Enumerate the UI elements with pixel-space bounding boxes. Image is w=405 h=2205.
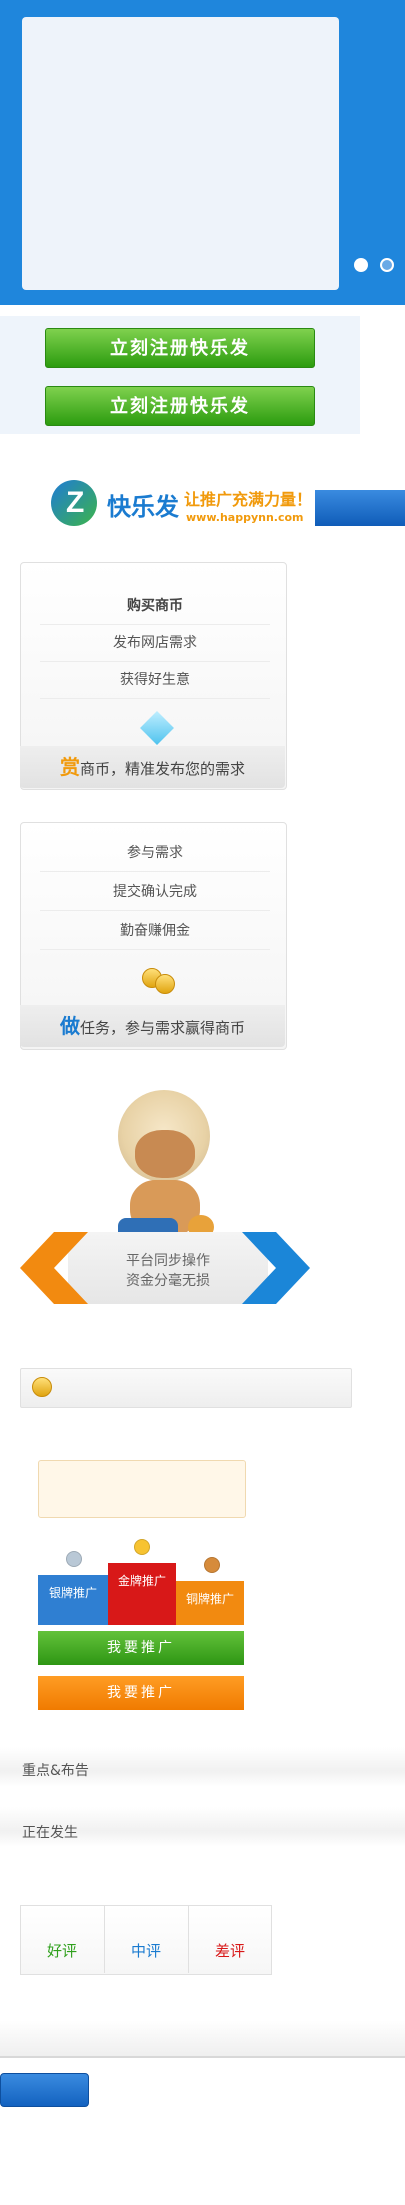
mascot-face	[135, 1130, 195, 1178]
logo-url: www.happynn.com	[186, 511, 304, 524]
coin-stack-icon	[32, 1377, 52, 1397]
coin-bar	[20, 1368, 352, 1408]
card-item-earn-commission[interactable]: 勤奋赚佣金	[40, 913, 270, 950]
footer-text-task: 任务，参与需求赢得商币	[79, 1019, 245, 1037]
tab-good-review[interactable]: 好评	[20, 1905, 104, 1973]
register-button[interactable]: 立刻注册快乐发	[45, 328, 315, 368]
promote-button-secondary[interactable]: 我要推广	[38, 1676, 244, 1710]
platform-line1: 平台同步操作	[126, 1253, 210, 1269]
bronze-promo-podium[interactable]: 铜牌推广	[176, 1581, 244, 1625]
card-item-buy-coins[interactable]: 购买商币	[40, 588, 270, 625]
logo-letter: Z	[66, 486, 85, 519]
tab-bad-review[interactable]: 差评	[188, 1905, 272, 1973]
promo-notice-box	[38, 1460, 246, 1518]
footer-lead-reward: 赏	[59, 755, 80, 779]
logo-stripe	[315, 490, 405, 526]
happening-title: 正在发生	[22, 1825, 78, 1841]
announcements-title: 重点&布告	[22, 1763, 89, 1779]
register-button-secondary[interactable]: 立刻注册快乐发	[45, 386, 315, 426]
banner-slide[interactable]	[22, 17, 339, 290]
card-item-get-business[interactable]: 获得好生意	[40, 662, 270, 699]
card-item-join-demand[interactable]: 参与需求	[40, 835, 270, 872]
card-item-submit-confirm[interactable]: 提交确认完成	[40, 874, 270, 911]
carousel-dot-active[interactable]	[354, 258, 368, 272]
gold-promo-podium[interactable]: 金牌推广	[108, 1563, 176, 1625]
logo-slogan: 让推广充满力量！	[184, 490, 313, 509]
silver-medal-icon	[66, 1551, 82, 1567]
platform-line2: 资金分毫无损	[126, 1273, 210, 1289]
footer-text-buy: 商币，精准发布您的需求	[79, 760, 245, 778]
bottom-blue-button[interactable]	[0, 2073, 89, 2107]
promote-button[interactable]: 我要推广	[38, 1631, 244, 1665]
bronze-medal-icon	[204, 1557, 220, 1573]
gold-medal-icon	[134, 1539, 150, 1555]
silver-promo-podium[interactable]: 银牌推广	[38, 1575, 108, 1625]
card-item-publish-demand[interactable]: 发布网店需求	[40, 625, 270, 662]
coin-icon	[155, 974, 175, 994]
footer-lead-do: 做	[59, 1014, 80, 1038]
card-footer-buy: 赏商币，精准发布您的需求	[20, 746, 285, 788]
carousel-dot[interactable]	[380, 258, 394, 272]
tab-medium-review[interactable]: 中评	[104, 1905, 188, 1973]
logo-name: 快乐发	[107, 493, 179, 521]
bottom-divider	[0, 2020, 405, 2058]
card-footer-task: 做任务，参与需求赢得商币	[20, 1005, 285, 1047]
